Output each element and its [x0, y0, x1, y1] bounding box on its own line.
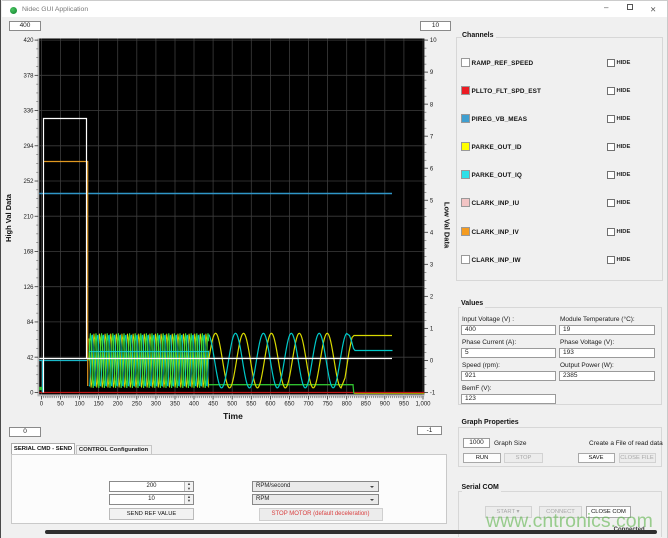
- svg-text:210: 210: [23, 214, 34, 220]
- svg-text:950: 950: [399, 402, 410, 408]
- svg-text:600: 600: [265, 402, 276, 408]
- svg-text:750: 750: [323, 402, 334, 408]
- svg-text:7: 7: [430, 134, 434, 140]
- svg-text:0: 0: [30, 391, 34, 397]
- svg-text:10: 10: [430, 38, 437, 44]
- svg-text:400: 400: [189, 402, 200, 408]
- svg-text:252: 252: [23, 179, 34, 185]
- svg-text:0: 0: [430, 359, 434, 365]
- svg-text:550: 550: [246, 402, 257, 408]
- svg-text:350: 350: [170, 402, 181, 408]
- svg-text:5: 5: [430, 198, 434, 204]
- svg-text:6: 6: [430, 166, 434, 172]
- svg-text:800: 800: [342, 402, 353, 408]
- svg-text:2: 2: [430, 294, 434, 300]
- svg-text:850: 850: [361, 402, 372, 408]
- svg-text:378: 378: [23, 73, 34, 79]
- svg-text:294: 294: [23, 144, 34, 150]
- svg-text:Time: Time: [223, 411, 243, 421]
- svg-text:150: 150: [94, 402, 105, 408]
- svg-text:42: 42: [27, 355, 34, 361]
- svg-text:336: 336: [23, 109, 34, 115]
- svg-text:84: 84: [27, 320, 34, 326]
- svg-text:300: 300: [151, 402, 162, 408]
- svg-text:-1: -1: [430, 391, 436, 397]
- svg-text:126: 126: [23, 285, 34, 291]
- svg-text:3: 3: [430, 262, 434, 268]
- svg-text:100: 100: [75, 402, 86, 408]
- svg-text:0: 0: [40, 402, 44, 408]
- svg-text:450: 450: [208, 402, 219, 408]
- svg-text:420: 420: [23, 38, 34, 44]
- svg-text:1,000: 1,000: [415, 402, 431, 408]
- svg-text:High Val Data: High Val Data: [4, 193, 13, 242]
- svg-text:50: 50: [57, 402, 64, 408]
- svg-text:250: 250: [132, 402, 143, 408]
- svg-text:168: 168: [23, 250, 34, 256]
- svg-text:4: 4: [430, 230, 434, 236]
- svg-text:8: 8: [430, 102, 434, 108]
- svg-text:650: 650: [284, 402, 295, 408]
- svg-text:200: 200: [113, 402, 124, 408]
- svg-text:500: 500: [227, 402, 238, 408]
- svg-text:700: 700: [303, 402, 314, 408]
- svg-text:1: 1: [430, 326, 434, 332]
- svg-text:900: 900: [380, 402, 391, 408]
- svg-text:Low Val Data: Low Val Data: [443, 202, 452, 249]
- svg-text:9: 9: [430, 70, 434, 76]
